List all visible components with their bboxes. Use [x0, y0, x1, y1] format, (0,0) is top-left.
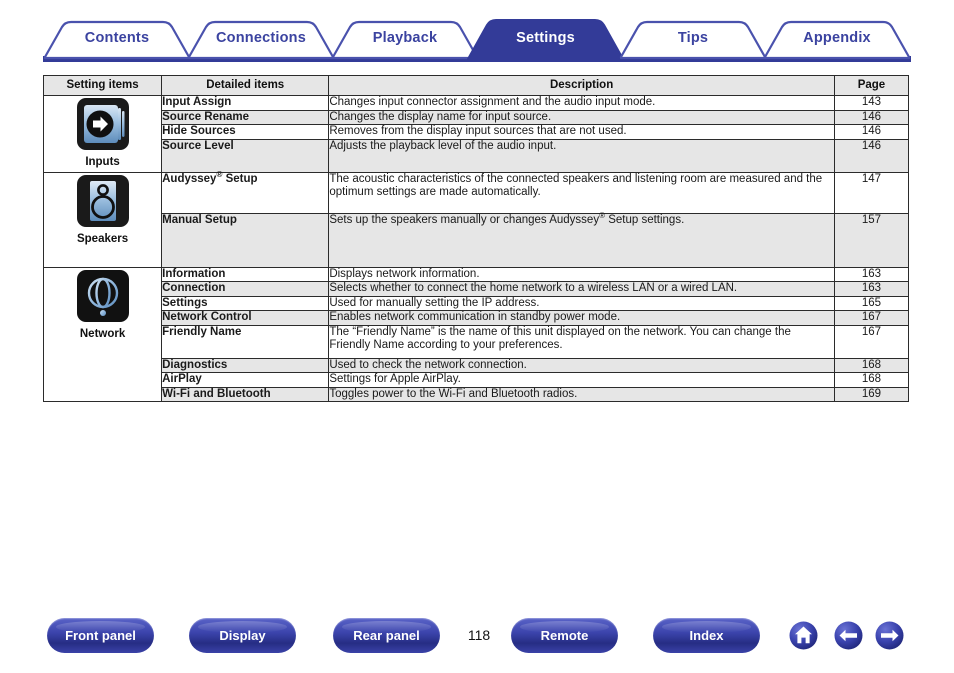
table-row[interactable]: Source Rename Changes the display name f… [44, 109, 910, 125]
group-caption-inputs: Inputs [85, 156, 120, 168]
header-description: Description [328, 75, 835, 96]
detail-source-rename[interactable]: Source Rename [161, 109, 330, 125]
desc-settings: Used for manually setting the IP address… [328, 295, 835, 311]
page-number: 118 [467, 627, 491, 643]
desc-manual-setup-suffix: Setup settings. [605, 213, 685, 226]
page-manual-setup[interactable]: 157 [833, 212, 910, 268]
desc-network-control: Enables network communication in standby… [328, 310, 835, 326]
home-button[interactable] [789, 621, 818, 650]
back-arrow-icon [834, 621, 863, 650]
index-button[interactable]: Index [653, 618, 760, 653]
footer-navigation: Front panel Display Rear panel 118 Remot… [0, 618, 954, 658]
page-diagnostics[interactable]: 168 [833, 357, 910, 373]
page-input-assign[interactable]: 143 [833, 95, 910, 111]
desc-input-assign: Changes input connector assignment and t… [328, 95, 835, 111]
page-wifi-bluetooth[interactable]: 169 [833, 386, 910, 402]
detail-settings[interactable]: Settings [161, 295, 330, 311]
tab-settings[interactable]: Settings [496, 18, 595, 58]
table-row[interactable]: Connection Selects whether to connect th… [44, 281, 910, 297]
desc-information: Displays network information. [328, 266, 835, 282]
table-row[interactable]: Inputs Input Assign Changes input connec… [42, 95, 910, 173]
detail-source-level[interactable]: Source Level [161, 138, 330, 173]
desc-friendly-name: The “Friendly Name” is the name of this … [328, 324, 835, 359]
detail-audyssey-setup[interactable]: Audyssey® Setup [161, 170, 330, 214]
desc-source-level: Adjusts the playback level of the audio … [328, 138, 835, 173]
table-row[interactable]: Settings Used for manually setting the I… [44, 295, 910, 311]
tab-bar: Contents Connections Playback Settings T… [0, 18, 954, 62]
desc-connection: Selects whether to connect the home netw… [328, 281, 835, 297]
group-cell-network: Network [42, 266, 163, 402]
table-row[interactable]: Friendly Name The “Friendly Name” is the… [44, 324, 910, 359]
detail-manual-setup[interactable]: Manual Setup [161, 212, 330, 268]
header-page: Page [833, 75, 910, 96]
page-information[interactable]: 163 [833, 266, 910, 282]
group-caption-network: Network [79, 327, 126, 340]
tab-appendix[interactable]: Appendix [791, 18, 883, 58]
group-cell-inputs: Inputs [42, 95, 163, 173]
remote-button[interactable]: Remote [511, 618, 618, 653]
table-row[interactable]: Wi-Fi and Bluetooth Toggles power to the… [44, 386, 910, 402]
group-cell-speakers: Speakers [42, 171, 163, 268]
table-row[interactable]: Network Information Displays network inf… [42, 266, 910, 402]
home-icon [789, 621, 818, 650]
detail-network-control[interactable]: Network Control [161, 310, 330, 326]
table-header-row: Setting items Detailed items Description… [42, 75, 910, 96]
page-audyssey-setup[interactable]: 147 [833, 171, 910, 214]
desc-diagnostics: Used to check the network connection. [328, 357, 835, 373]
tab-tips[interactable]: Tips [647, 18, 739, 58]
desc-wifi-bluetooth: Toggles power to the Wi-Fi and Bluetooth… [328, 386, 835, 402]
desc-manual-setup-text: Sets up the speakers manually or changes… [329, 213, 600, 226]
desc-hide-sources: Removes from the display input sources t… [328, 124, 835, 140]
detail-hide-sources[interactable]: Hide Sources [161, 124, 330, 140]
forward-arrow-icon [875, 621, 904, 650]
tab-contents[interactable]: Contents [71, 18, 163, 58]
settings-overview-table: Setting items Detailed items Description… [42, 75, 910, 402]
rear-panel-button[interactable]: Rear panel [333, 618, 440, 653]
page-network-control[interactable]: 167 [833, 310, 910, 326]
detail-friendly-name[interactable]: Friendly Name [161, 324, 330, 359]
detail-audyssey-suffix: Setup [222, 172, 258, 185]
page-connection[interactable]: 163 [833, 281, 910, 297]
desc-airplay: Settings for Apple AirPlay. [328, 372, 835, 388]
tab-playback[interactable]: Playback [359, 18, 451, 58]
tab-connections[interactable]: Connections [207, 18, 315, 58]
table-row[interactable]: Source Level Adjusts the playback level … [44, 138, 910, 173]
detail-information[interactable]: Information [161, 266, 330, 282]
desc-source-rename: Changes the display name for input sourc… [328, 109, 835, 125]
page-source-rename[interactable]: 146 [833, 109, 910, 125]
group-caption-speakers: Speakers [76, 232, 129, 245]
table-row[interactable]: Diagnostics Used to check the network co… [44, 357, 910, 373]
table-row[interactable]: Network Control Enables network communic… [44, 310, 910, 326]
page-source-level[interactable]: 146 [833, 138, 910, 173]
header-setting-items: Setting items [42, 75, 163, 96]
desc-audyssey-setup: The acoustic characteristics of the conn… [328, 171, 835, 214]
page-hide-sources[interactable]: 146 [833, 124, 910, 140]
desc-manual-setup: Sets up the speakers manually or changes… [328, 211, 835, 268]
display-button[interactable]: Display [189, 618, 296, 653]
page-airplay[interactable]: 168 [833, 372, 910, 388]
speakers-icon [76, 174, 129, 227]
table-row[interactable]: Hide Sources Removes from the display in… [44, 124, 910, 140]
page-settings[interactable]: 165 [833, 295, 910, 311]
detail-input-assign[interactable]: Input Assign [161, 95, 330, 111]
page-friendly-name[interactable]: 167 [833, 324, 910, 359]
inputs-icon [76, 98, 129, 150]
front-panel-button[interactable]: Front panel [47, 618, 154, 653]
detail-diagnostics[interactable]: Diagnostics [161, 357, 330, 373]
network-icon [76, 269, 129, 322]
detail-connection[interactable]: Connection [161, 281, 330, 297]
back-button[interactable] [834, 621, 863, 650]
detail-audyssey-text: Audyssey [162, 172, 217, 185]
detail-wifi-bluetooth[interactable]: Wi-Fi and Bluetooth [161, 386, 330, 402]
table-row[interactable]: Manual Setup Sets up the speakers manual… [44, 211, 910, 268]
header-detailed-items: Detailed items [161, 75, 330, 96]
table-row[interactable]: AirPlay Settings for Apple AirPlay. 168 [44, 372, 910, 388]
detail-airplay[interactable]: AirPlay [161, 372, 330, 388]
forward-button[interactable] [875, 621, 904, 650]
table-row[interactable]: Speakers Audyssey® Setup The acoustic ch… [42, 170, 910, 268]
